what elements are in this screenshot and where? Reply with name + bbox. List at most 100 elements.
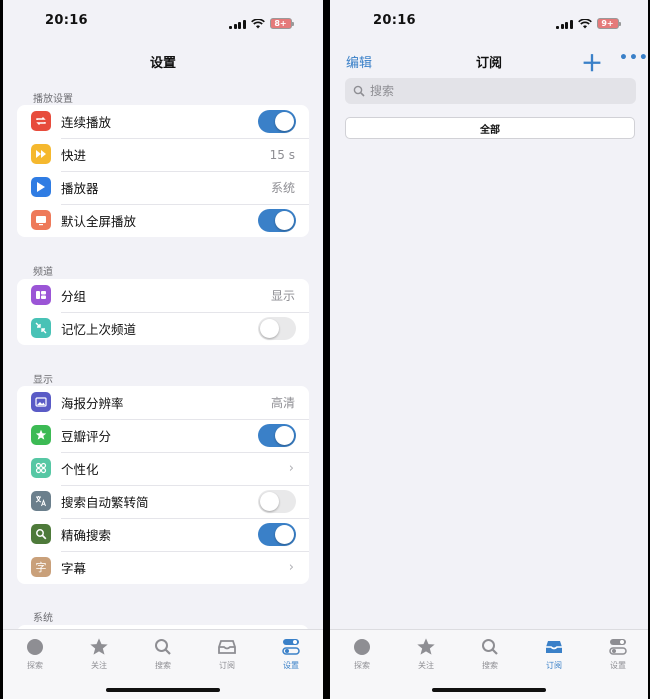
star-icon — [401, 636, 451, 658]
chevron-right-icon: › — [288, 461, 294, 476]
tab-explore[interactable]: 探索 — [10, 636, 60, 671]
status-bar: 20:16 9+ — [330, 0, 648, 44]
row-label: 海报分辨率 — [61, 396, 124, 411]
star-icon — [74, 636, 124, 658]
row-label: 默认全屏播放 — [61, 214, 137, 229]
cellular-signal-icon — [556, 19, 573, 29]
subscriptions-screen: 20:16 9+ 编辑 订阅 ＋ ••• 全部 探索 关注 搜索 订阅 — [330, 0, 648, 699]
tab-bar: 探索 关注 搜索 订阅 设置 — [3, 629, 323, 699]
subtitle-character-icon: 字 — [31, 557, 51, 577]
row-label: 记忆上次频道 — [61, 322, 137, 337]
tab-label: 搜索 — [482, 661, 498, 670]
inbox-tray-icon — [529, 636, 579, 658]
tab-label: 探索 — [27, 661, 43, 670]
tab-search[interactable]: 搜索 — [138, 636, 188, 671]
row-label: 连续播放 — [61, 115, 112, 130]
filter-all-button[interactable]: 全部 — [345, 117, 635, 139]
tab-search[interactable]: 搜索 — [465, 636, 515, 671]
fast-forward-value: 15 s — [269, 147, 295, 162]
default-fullscreen-toggle[interactable] — [258, 209, 296, 232]
row-player[interactable]: 播放器 系统 — [17, 171, 309, 204]
row-default-fullscreen: 默认全屏播放 — [17, 204, 309, 237]
add-subscription-button[interactable]: ＋ — [581, 46, 603, 78]
page-title: 设置 — [149, 56, 176, 71]
compress-arrows-icon — [31, 318, 51, 338]
toggles-icon — [593, 636, 643, 658]
tab-label: 关注 — [418, 661, 434, 670]
auto-simplify-toggle[interactable] — [258, 490, 296, 513]
play-icon — [31, 177, 51, 197]
search-bar[interactable] — [345, 78, 636, 104]
status-icons: 9+ — [556, 18, 621, 29]
section-header-channel: 频道 — [33, 267, 53, 278]
star-icon — [31, 425, 51, 445]
section-header-system: 系统 — [33, 613, 53, 624]
tab-label: 订阅 — [219, 661, 235, 670]
row-label: 分组 — [61, 289, 87, 304]
group-channel: 分组 显示 记忆上次频道 — [17, 279, 309, 345]
group-display: 海报分辨率 高清 豆瓣评分 个性化 › 搜索自动繁转简 精确搜索 字 字幕 › — [17, 386, 309, 584]
settings-screen: 20:16 8+ 设置 播放设置 连续播放 快进 15 s 播放器 系统 默认全… — [3, 0, 323, 699]
tab-label: 订阅 — [546, 661, 562, 670]
tab-label: 设置 — [610, 661, 626, 670]
poster-resolution-value: 高清 — [270, 396, 295, 410]
magnifier-icon — [31, 524, 51, 544]
row-douban-rating: 豆瓣评分 — [17, 419, 309, 452]
home-indicator — [106, 688, 220, 692]
battery-icon: 8+ — [269, 18, 294, 29]
home-indicator — [432, 688, 546, 692]
row-label: 字幕 — [61, 561, 87, 576]
translate-icon — [31, 491, 51, 511]
player-value: 系统 — [270, 181, 295, 195]
battery-icon: 9+ — [596, 18, 621, 29]
douban-rating-toggle[interactable] — [258, 424, 296, 447]
row-personalization[interactable]: 个性化 › — [17, 452, 309, 485]
row-remember-channel: 记忆上次频道 — [17, 312, 309, 345]
fast-forward-icon — [31, 144, 51, 164]
tab-follow[interactable]: 关注 — [74, 636, 124, 671]
explore-icon — [10, 636, 60, 658]
status-time: 20:16 — [373, 13, 416, 28]
tab-subscribe[interactable]: 订阅 — [202, 636, 252, 671]
continuous-play-toggle[interactable] — [258, 110, 296, 133]
four-circles-icon — [31, 458, 51, 478]
group-playback: 连续播放 快进 15 s 播放器 系统 默认全屏播放 — [17, 105, 309, 237]
row-label: 搜索自动繁转简 — [61, 495, 149, 510]
status-time: 20:16 — [45, 13, 88, 28]
group-value: 显示 — [270, 289, 295, 303]
tab-settings[interactable]: 设置 — [266, 636, 316, 671]
tab-follow[interactable]: 关注 — [401, 636, 451, 671]
inbox-tray-icon — [202, 636, 252, 658]
tab-subscribe[interactable]: 订阅 — [529, 636, 579, 671]
search-input[interactable] — [370, 84, 610, 98]
chevron-right-icon: › — [288, 560, 294, 575]
toggles-icon — [266, 636, 316, 658]
repeat-icon — [31, 111, 51, 131]
row-fast-forward[interactable]: 快进 15 s — [17, 138, 309, 171]
row-continuous-play: 连续播放 — [17, 105, 309, 138]
row-group[interactable]: 分组 显示 — [17, 279, 309, 312]
row-subtitles[interactable]: 字 字幕 › — [17, 551, 309, 584]
grid-group-icon — [31, 285, 51, 305]
remember-channel-toggle[interactable] — [258, 317, 296, 340]
more-options-button[interactable]: ••• — [619, 50, 648, 66]
row-label: 精确搜索 — [61, 528, 112, 543]
row-exact-search: 精确搜索 — [17, 518, 309, 551]
status-bar: 20:16 8+ — [3, 0, 323, 44]
row-poster-resolution[interactable]: 海报分辨率 高清 — [17, 386, 309, 419]
row-auto-simplify: 搜索自动繁转简 — [17, 485, 309, 518]
section-header-playback: 播放设置 — [33, 94, 73, 105]
search-icon — [138, 636, 188, 658]
exact-search-toggle[interactable] — [258, 523, 296, 546]
image-icon — [31, 392, 51, 412]
search-icon — [465, 636, 515, 658]
tab-bar: 探索 关注 搜索 订阅 设置 — [330, 629, 648, 699]
tab-settings[interactable]: 设置 — [593, 636, 643, 671]
cellular-signal-icon — [229, 19, 246, 29]
tab-label: 设置 — [283, 661, 299, 670]
explore-icon — [337, 636, 387, 658]
tab-label: 搜索 — [155, 661, 171, 670]
section-header-display: 显示 — [33, 375, 53, 386]
tab-explore[interactable]: 探索 — [337, 636, 387, 671]
search-icon — [353, 85, 365, 97]
